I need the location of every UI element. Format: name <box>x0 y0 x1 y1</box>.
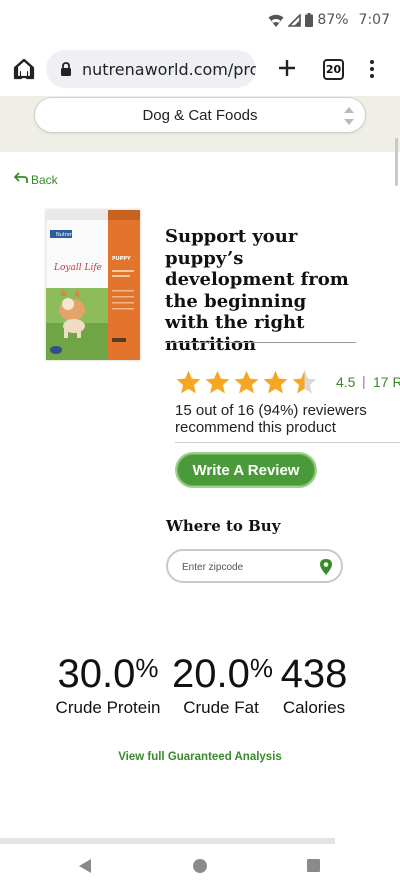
package-name: Loyall Life <box>53 263 102 273</box>
category-select[interactable]: Dog & Cat Foods <box>34 97 366 133</box>
plus-icon[interactable] <box>276 57 298 79</box>
nav-home-icon[interactable] <box>193 859 207 873</box>
map-pin-icon[interactable] <box>319 558 333 576</box>
url-text: nutrenaworld.com/produ <box>82 59 256 79</box>
category-select-value: Dog & Cat Foods <box>142 106 258 124</box>
zipcode-field[interactable] <box>166 549 343 583</box>
status-indicators: 87% 7:07 <box>268 12 390 28</box>
stat-label: Calories <box>282 698 346 717</box>
stat-crude-protein: 30.0% Crude Protein <box>50 646 166 718</box>
where-to-buy-heading: Where to Buy <box>166 517 281 535</box>
package-brand: Nutrena <box>56 232 76 238</box>
status-bar: 87% 7:07 <box>0 0 400 42</box>
stat-label: Crude Fat <box>183 698 259 717</box>
back-link[interactable]: Back <box>13 172 58 187</box>
write-review-button[interactable]: Write A Review <box>175 452 317 488</box>
star-icon <box>234 370 259 394</box>
divider <box>175 442 400 443</box>
star-icon <box>205 370 230 394</box>
next-section-strip <box>0 838 335 844</box>
zipcode-input[interactable] <box>182 558 312 576</box>
star-rating[interactable] <box>175 369 318 396</box>
battery-icon <box>305 13 314 27</box>
home-icon[interactable] <box>12 57 36 81</box>
clock-time: 7:07 <box>358 12 390 28</box>
category-band: Dog & Cat Foods <box>0 96 400 152</box>
select-arrows-icon <box>343 105 355 127</box>
stat-value: 438 <box>280 652 348 696</box>
rating-separator: | <box>362 373 366 389</box>
product-title: Support your puppy’s development from th… <box>165 226 349 355</box>
page: 87% 7:07 nutrenaworld.com/produ 20 Dog &… <box>0 0 400 889</box>
star-icon <box>292 370 317 394</box>
system-nav-bar <box>0 845 400 889</box>
wifi-icon <box>268 14 284 27</box>
nav-back-icon[interactable] <box>78 858 92 874</box>
stat-value: 20.0% <box>172 652 273 696</box>
divider <box>165 342 356 343</box>
star-icon <box>263 370 288 394</box>
nav-recents-icon[interactable] <box>307 859 320 872</box>
package-variant: PUPPY <box>112 256 131 262</box>
more-vert-icon[interactable] <box>366 58 378 80</box>
back-arrow-icon <box>13 172 28 187</box>
stat-crude-fat: 20.0% Crude Fat <box>172 646 273 718</box>
full-analysis-link[interactable]: View full Guaranteed Analysis <box>0 751 400 763</box>
star-icon <box>176 370 201 394</box>
rating-value: 4.5 <box>336 374 356 390</box>
browser-toolbar: nutrenaworld.com/produ 20 <box>0 42 400 96</box>
review-count-link[interactable]: 17 Re <box>373 374 400 390</box>
stat-label: Crude Protein <box>55 698 161 717</box>
scrollbar-thumb[interactable] <box>395 138 398 186</box>
lock-icon <box>60 62 72 76</box>
stat-calories: 438 Calories <box>278 646 350 718</box>
product-image[interactable]: Nutrena Loyall Life PUPPY <box>44 208 142 362</box>
back-link-label: Back <box>31 172 58 187</box>
recommend-text: 15 out of 16 (94%) reviewers recommend t… <box>175 402 367 436</box>
address-bar[interactable]: nutrenaworld.com/produ <box>46 50 256 88</box>
tab-switcher-button[interactable]: 20 <box>323 59 344 80</box>
signal-icon <box>288 13 302 27</box>
battery-percent: 87% <box>317 12 349 28</box>
nutrition-stats: 30.0% Crude Protein 20.0% Crude Fat 438 … <box>0 646 400 718</box>
stat-value: 30.0% <box>57 652 159 696</box>
